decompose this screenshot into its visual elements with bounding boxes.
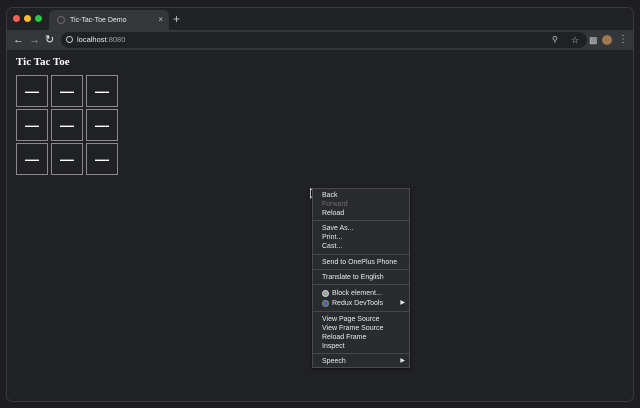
forward-arrow-icon[interactable]: → xyxy=(29,34,40,46)
page-title: Tic Tac Toe xyxy=(16,56,70,68)
tab-title: Tic-Tac-Toe Demo xyxy=(70,16,127,24)
page-viewport: Tic Tac Toe — — — — — — — — — Back Forwa… xyxy=(7,50,633,401)
menu-item-print[interactable]: Print... xyxy=(313,233,409,242)
menu-item-label: Speech xyxy=(322,358,346,365)
board-cell-7[interactable]: — xyxy=(16,143,48,175)
url-port: :8080 xyxy=(106,35,126,44)
address-bar[interactable]: localhost:8080 ⚲ ☆ xyxy=(61,32,587,48)
board-cell-5[interactable]: — xyxy=(51,109,83,141)
context-menu: Back Forward Reload Save As... Print... … xyxy=(312,188,410,368)
menu-item-inspect[interactable]: Inspect xyxy=(313,342,409,351)
menu-separator xyxy=(313,269,409,270)
board-cell-4[interactable]: — xyxy=(16,109,48,141)
url-text: localhost:8080 xyxy=(77,35,125,45)
menu-item-reload[interactable]: Reload xyxy=(313,209,409,218)
menu-item-view-page-source[interactable]: View Page Source xyxy=(313,315,409,324)
new-tab-button[interactable]: + xyxy=(173,12,180,26)
bookmark-star-icon[interactable]: ☆ xyxy=(571,34,579,46)
browser-tab[interactable]: Tic-Tac-Toe Demo × xyxy=(49,10,169,30)
submenu-arrow-icon: ▶ xyxy=(400,300,405,306)
menu-item-label: Cast... xyxy=(322,243,343,250)
info-icon[interactable] xyxy=(66,36,73,43)
extensions-puzzle-icon[interactable]: ▩ xyxy=(589,34,598,46)
menu-item-label: Inspect xyxy=(322,343,345,350)
minimize-window-button[interactable] xyxy=(24,15,31,22)
kebab-menu-icon[interactable]: ⋮ xyxy=(618,34,628,46)
menu-item-save-as[interactable]: Save As... xyxy=(313,224,409,233)
menu-item-label: Back xyxy=(322,192,338,199)
menu-item-label: Print... xyxy=(322,234,343,241)
menu-item-reload-frame[interactable]: Reload Frame xyxy=(313,333,409,342)
board-cell-3[interactable]: — xyxy=(86,75,118,107)
game-board: — — — — — — — — — xyxy=(16,75,121,176)
menu-item-block-element[interactable]: Block element... xyxy=(313,289,409,298)
menu-item-speech[interactable]: Speech ▶ xyxy=(313,357,409,366)
browser-window: Tic-Tac-Toe Demo × + ← → ↻ localhost:808… xyxy=(7,8,633,401)
menu-item-label: View Frame Source xyxy=(322,325,384,332)
zoom-icon[interactable]: ⚲ xyxy=(552,34,558,46)
menu-item-label: Send to OnePlus Phone xyxy=(322,259,398,266)
adblock-icon xyxy=(322,290,329,297)
menu-item-label: Reload Frame xyxy=(322,334,367,341)
url-host: localhost xyxy=(77,35,107,44)
reload-icon[interactable]: ↻ xyxy=(45,34,54,46)
menu-item-send-to-phone[interactable]: Send to OnePlus Phone xyxy=(313,258,409,267)
menu-item-label: Translate to English xyxy=(322,274,384,281)
menu-item-redux-devtools[interactable]: Redux DevTools ▶ xyxy=(313,299,409,308)
menu-item-translate[interactable]: Translate to English xyxy=(313,273,409,282)
title-bar: Tic-Tac-Toe Demo × + xyxy=(7,8,633,30)
menu-separator xyxy=(313,254,409,255)
menu-item-forward: Forward xyxy=(313,200,409,209)
close-window-button[interactable] xyxy=(13,15,20,22)
submenu-arrow-icon: ▶ xyxy=(400,358,405,364)
board-cell-6[interactable]: — xyxy=(86,109,118,141)
menu-item-label: Forward xyxy=(322,201,348,208)
redux-icon xyxy=(322,300,329,307)
back-arrow-icon[interactable]: ← xyxy=(13,34,24,46)
menu-item-view-frame-source[interactable]: View Frame Source xyxy=(313,324,409,333)
board-cell-8[interactable]: — xyxy=(51,143,83,175)
board-cell-2[interactable]: — xyxy=(51,75,83,107)
globe-icon xyxy=(57,16,65,24)
menu-item-label: View Page Source xyxy=(322,316,380,323)
browser-toolbar: ← → ↻ localhost:8080 ⚲ ☆ ▩ ⋮ xyxy=(7,30,633,50)
maximize-window-button[interactable] xyxy=(35,15,42,22)
menu-separator xyxy=(313,284,409,285)
menu-item-label: Reload xyxy=(322,210,345,217)
menu-item-label: Save As... xyxy=(322,225,354,232)
menu-separator xyxy=(313,353,409,354)
menu-item-label: Redux DevTools xyxy=(332,300,383,307)
menu-item-label: Block element... xyxy=(332,290,382,297)
board-cell-9[interactable]: — xyxy=(86,143,118,175)
close-tab-icon[interactable]: × xyxy=(158,16,163,24)
board-cell-1[interactable]: — xyxy=(16,75,48,107)
menu-separator xyxy=(313,220,409,221)
menu-item-back[interactable]: Back xyxy=(313,191,409,200)
menu-item-cast[interactable]: Cast... xyxy=(313,242,409,251)
profile-avatar[interactable] xyxy=(602,35,612,45)
menu-separator xyxy=(313,311,409,312)
